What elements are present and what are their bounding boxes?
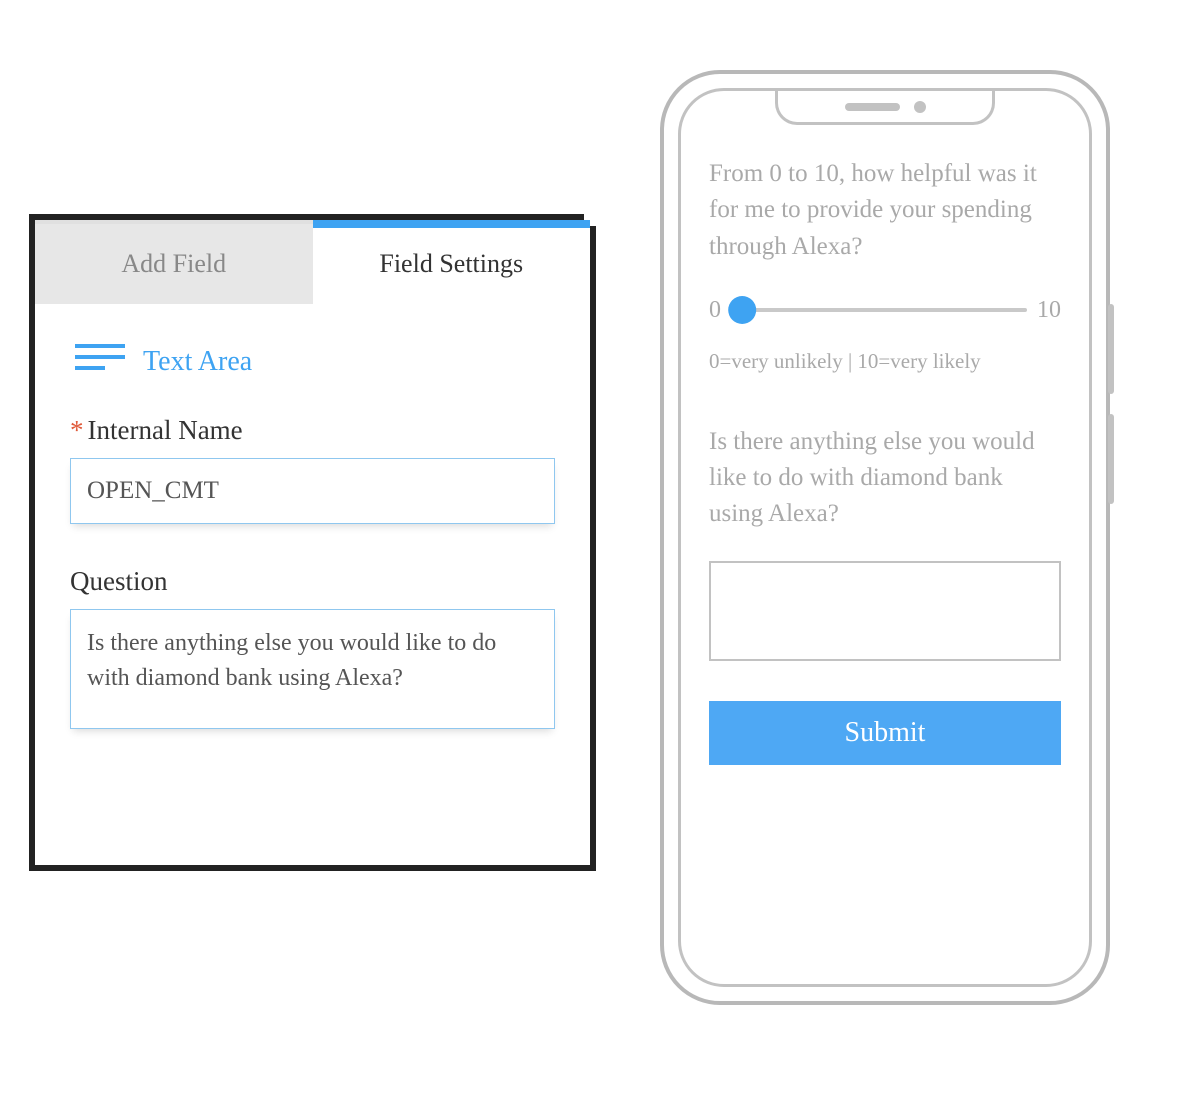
slider-caption: 0=very unlikely | 10=very likely: [709, 346, 1061, 376]
question-2-text: Is there anything else you would like to…: [709, 424, 1061, 533]
tab-add-field[interactable]: Add Field: [35, 224, 313, 304]
question-group: Question: [70, 566, 555, 734]
tab-field-settings[interactable]: Field Settings: [313, 224, 591, 304]
internal-name-input[interactable]: [70, 458, 555, 524]
survey-preview: From 0 to 10, how helpful was it for me …: [709, 156, 1061, 954]
slider-max-label: 10: [1037, 293, 1061, 328]
speaker-icon: [845, 103, 900, 111]
phone-side-button: [1108, 304, 1114, 394]
phone-screen: From 0 to 10, how helpful was it for me …: [678, 88, 1092, 987]
slider-thumb[interactable]: [728, 296, 756, 324]
rating-slider[interactable]: 0 10: [709, 293, 1061, 328]
field-settings-panel: Add Field Field Settings Text Area *Inte…: [35, 220, 590, 865]
panel-tabs: Add Field Field Settings: [35, 224, 590, 304]
internal-name-label: *Internal Name: [70, 415, 555, 446]
active-tab-indicator: [313, 220, 591, 228]
slider-min-label: 0: [709, 293, 721, 328]
answer-textarea[interactable]: [709, 561, 1061, 661]
slider-track[interactable]: [731, 308, 1027, 312]
submit-button[interactable]: Submit: [709, 701, 1061, 765]
internal-name-label-text: Internal Name: [88, 415, 243, 445]
textarea-icon: [75, 344, 125, 380]
required-asterisk: *: [70, 415, 84, 445]
phone-notch: [775, 91, 995, 125]
phone-side-button: [1108, 414, 1114, 504]
field-type-label: Text Area: [143, 346, 252, 378]
phone-frame: From 0 to 10, how helpful was it for me …: [660, 70, 1110, 1005]
question-input[interactable]: [70, 609, 555, 729]
question-1-text: From 0 to 10, how helpful was it for me …: [709, 156, 1061, 265]
internal-name-group: *Internal Name: [70, 415, 555, 524]
field-type-row: Text Area: [75, 344, 555, 380]
camera-icon: [914, 101, 926, 113]
question-label: Question: [70, 566, 555, 597]
